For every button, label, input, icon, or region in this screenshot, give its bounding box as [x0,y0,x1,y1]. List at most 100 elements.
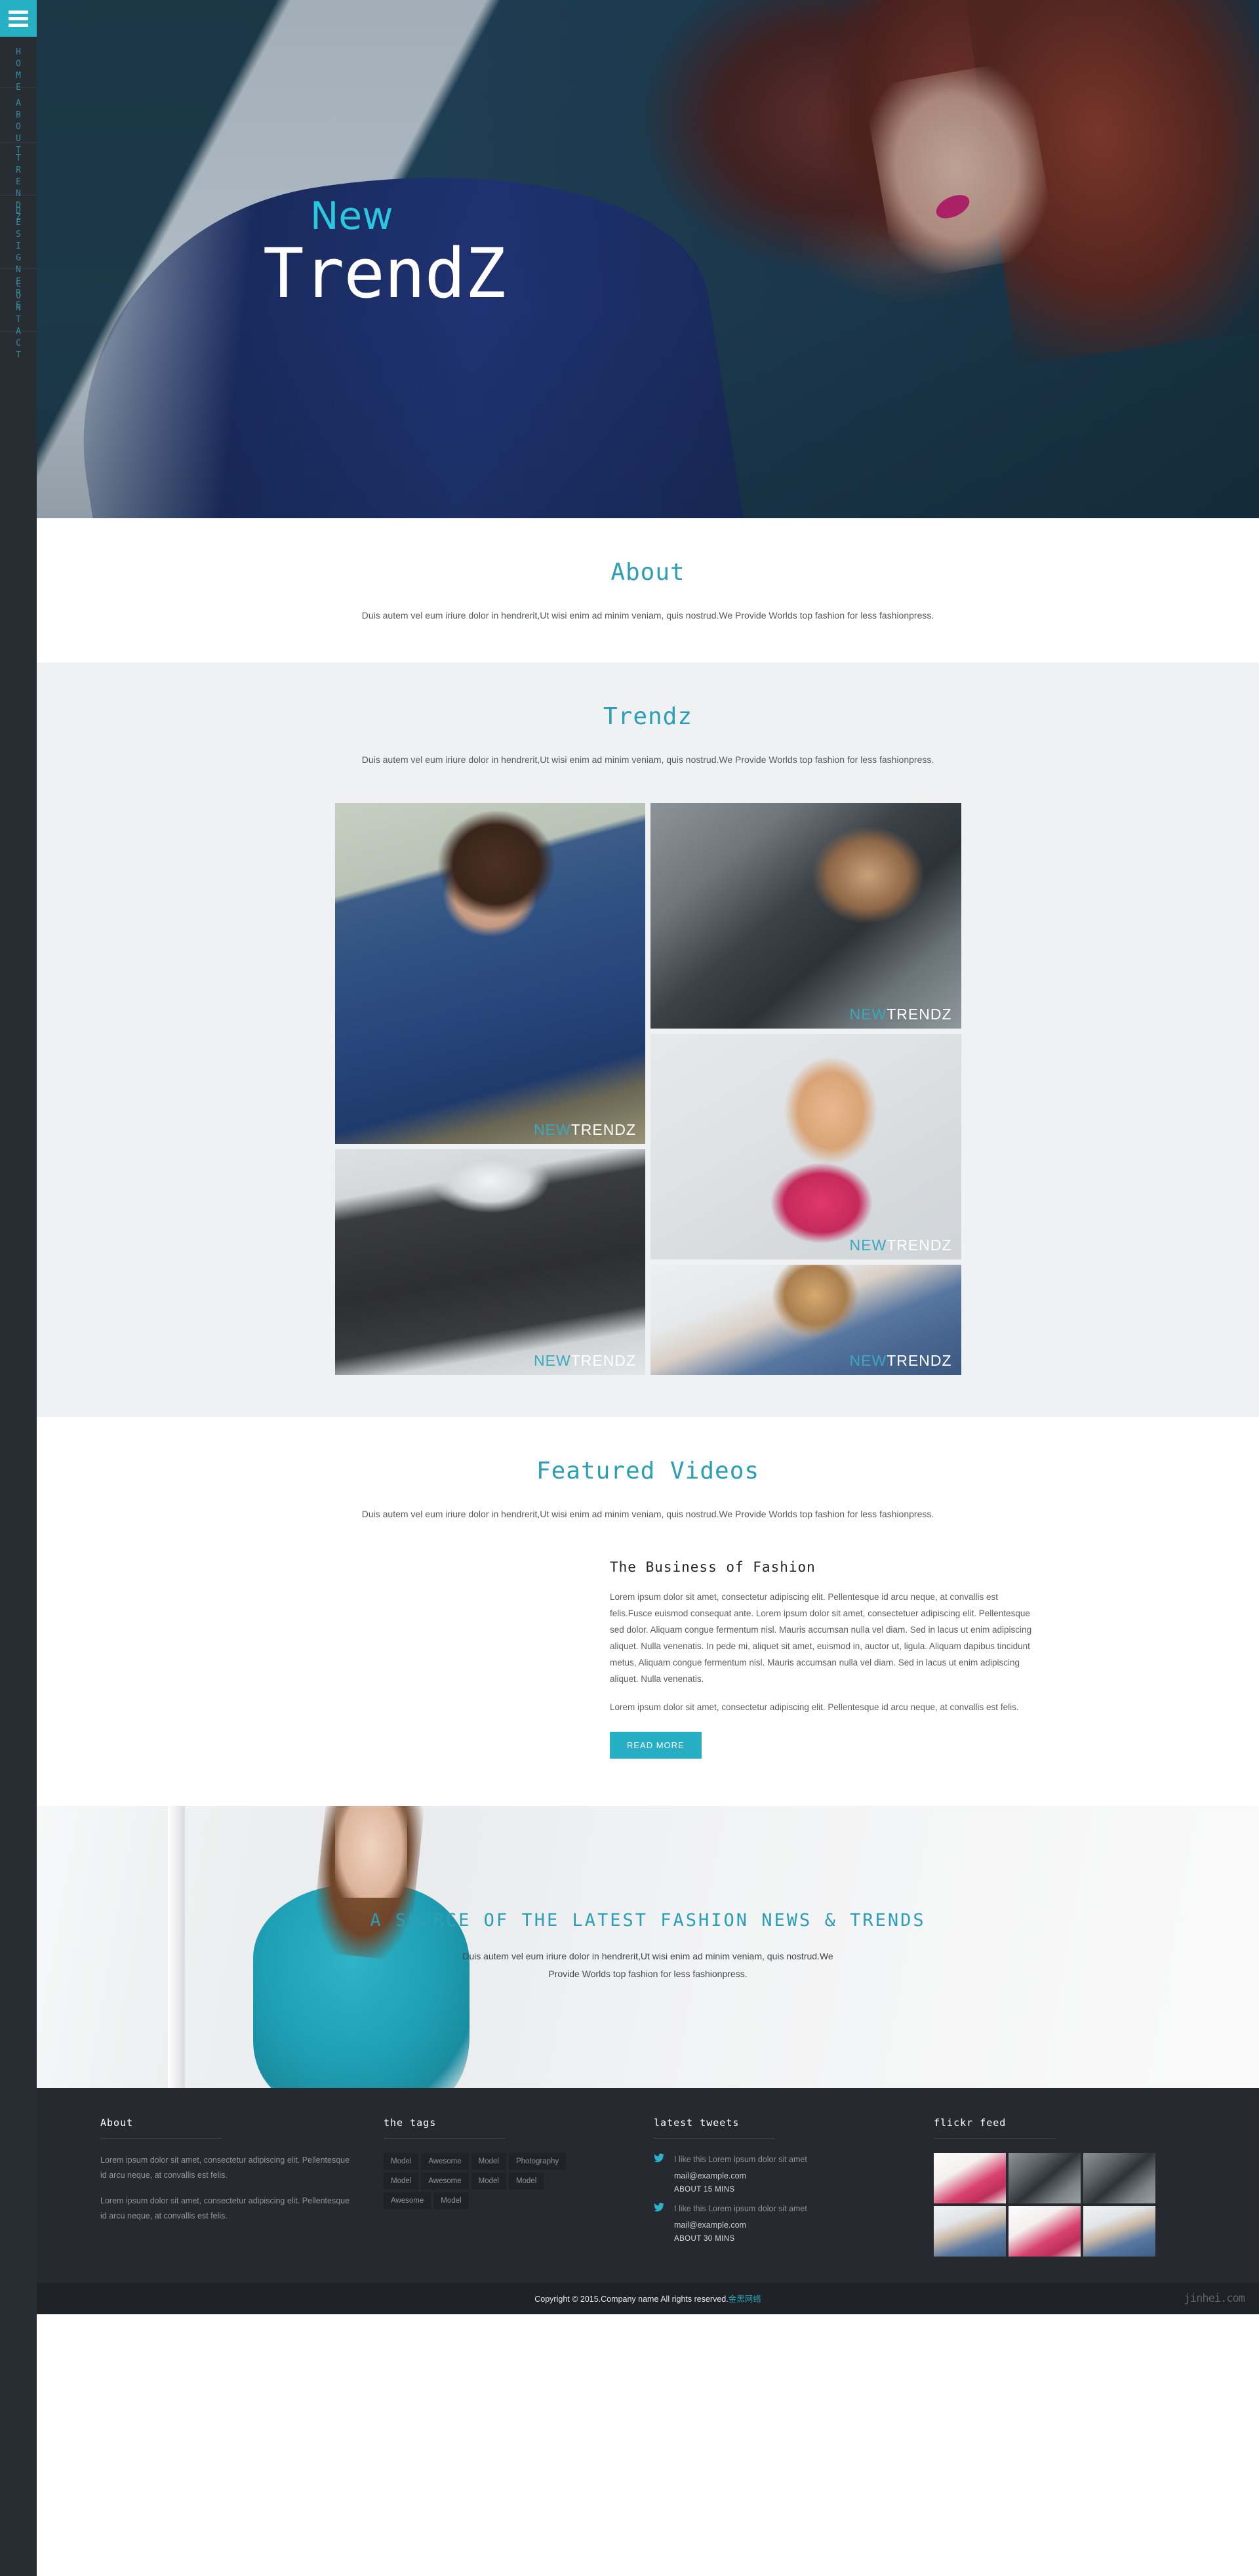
flickr-thumbnail[interactable] [934,2205,1006,2257]
gallery-caption: NEWTRENDZ [534,1121,636,1139]
read-more-button[interactable]: READ MORE [610,1731,702,1759]
gallery-caption-trendz: TRENDZ [570,1351,636,1369]
gallery-caption-new: NEW [534,1120,571,1138]
gallery-photo [334,802,645,1144]
tweet-time: ABOUT 30 MINS [674,2234,735,2243]
tweet-time: ABOUT 15 MINS [674,2185,735,2194]
sidebar-item-home[interactable]: HOME [0,37,37,94]
footer-tags-title: the tags [384,2117,505,2138]
twitter-bird-icon [654,2202,666,2243]
site-footer: About Lorem ipsum dolor sit amet, consec… [37,2087,1259,2283]
flickr-thumbnail[interactable] [1009,2205,1081,2257]
gallery-item[interactable]: NEWTRENDZ [650,1264,961,1375]
tag-item[interactable]: Model [508,2172,544,2190]
hero-subtitle: New [310,194,393,238]
tag-item[interactable]: Awesome [421,2172,469,2190]
hamburger-bar [9,16,28,20]
gallery-caption: NEWTRENDZ [850,1352,952,1370]
gallery-photo [650,802,961,1029]
twitter-bird-icon [654,2153,666,2194]
article-title: The Business of Fashion [610,1559,816,1576]
footer-column-tags: the tags Model Awesome Model Photography… [384,2117,626,2257]
tag-item[interactable]: Model [471,2152,506,2170]
gallery-caption: NEWTRENDZ [534,1352,636,1370]
trendz-title: Trendz [603,703,693,730]
gallery-item[interactable]: NEWTRENDZ [650,802,961,1029]
videos-description: Duis autem vel eum iriure dolor in hendr… [361,1508,934,1519]
flickr-thumbnail[interactable] [1083,2205,1155,2257]
footer-columns: About Lorem ipsum dolor sit amet, consec… [100,2117,1195,2257]
video-article-row: The Business of Fashion Lorem ipsum dolo… [261,1558,1035,1759]
footer-about-paragraph: Lorem ipsum dolor sit amet, consectetur … [100,2155,350,2180]
hero-overlay [37,0,1259,518]
featured-videos-section: Featured Videos Duis autem vel eum iriur… [37,1416,1259,1806]
gallery-caption-new: NEW [849,1351,887,1369]
gallery-item[interactable]: NEWTRENDZ [334,802,645,1144]
gallery-caption: NEWTRENDZ [850,1237,952,1254]
flickr-thumbnail[interactable] [934,2152,1006,2203]
parallax-banner-section: A SOURCE OF THE LATEST FASHION NEWS & TR… [37,1805,1259,2088]
gallery-item[interactable]: NEWTRENDZ [650,1033,961,1259]
about-description: Duis autem vel eum iriure dolor in hendr… [361,610,934,621]
trendz-gallery: NEWTRENDZ NEWTRENDZ NEWTRENDZ NEWTRENDZ … [334,802,961,1375]
tag-item[interactable]: Awesome [384,2192,431,2209]
gallery-caption-trendz: TRENDZ [570,1120,636,1138]
tag-item[interactable]: Model [384,2152,419,2170]
footer-column-flickr: flickr feed [934,2117,1196,2257]
tweet-body: I like this Lorem ipsum dolor sit amet m… [674,2202,906,2243]
video-player[interactable] [261,1558,595,1755]
gallery-caption: NEWTRENDZ [850,1006,952,1023]
footer-tweets-title: latest tweets [654,2117,775,2138]
hamburger-menu-icon[interactable] [0,0,37,37]
hero-title: TrendZ [263,234,506,314]
banner-description: Duis autem vel eum iriure dolor in hendr… [462,1951,833,1980]
gallery-caption-trendz: TRENDZ [887,1236,952,1254]
tag-item[interactable]: Photography [508,2152,567,2170]
tweet-mail: mail@example.com [674,2171,746,2180]
article-paragraph: Lorem ipsum dolor sit amet, consectetur … [610,1592,1032,1685]
copyright-bar: Copyright © 2015.Company name All rights… [37,2282,1259,2314]
tag-item[interactable]: Model [471,2172,506,2190]
gallery-caption-trendz: TRENDZ [887,1005,952,1023]
gallery-item[interactable]: NEWTRENDZ [334,1149,645,1375]
tweet-text: I like this Lorem ipsum dolor sit amet [674,2203,807,2213]
copyright-link[interactable]: 金黑网络 [729,2295,761,2304]
gallery-photo [650,1033,961,1259]
tag-item[interactable]: Model [433,2192,469,2209]
tweet-item[interactable]: I like this Lorem ipsum dolor sit amet m… [654,2202,906,2243]
footer-flickr-title: flickr feed [934,2117,1055,2138]
sidebar-item-about[interactable]: ABOUT [0,88,37,157]
gallery-photo [334,1149,645,1375]
flickr-thumbnail[interactable] [1009,2152,1081,2203]
about-section: About Duis autem vel eum iriure dolor in… [37,518,1259,663]
gallery-caption-trendz: TRENDZ [887,1351,952,1369]
footer-about-title: About [100,2117,222,2138]
video-article-copy: The Business of Fashion Lorem ipsum dolo… [610,1558,1035,1759]
flickr-grid [934,2152,1196,2257]
sidebar-item-label: CONTACT [13,279,24,362]
article-paragraph: Lorem ipsum dolor sit amet, consectetur … [610,1702,1019,1712]
videos-header: Featured Videos Duis autem vel eum iriur… [37,1417,1259,1523]
tweet-item[interactable]: I like this Lorem ipsum dolor sit amet m… [654,2153,906,2194]
trendz-header: Trendz Duis autem vel eum iriure dolor i… [37,663,1259,769]
copyright-text: Copyright © 2015.Company name All rights… [534,2292,761,2304]
tag-list: Model Awesome Model Photography Model Aw… [384,2152,580,2209]
flickr-thumbnail[interactable] [1083,2152,1155,2203]
gallery-caption-new: NEW [849,1236,887,1254]
tweet-body: I like this Lorem ipsum dolor sit amet m… [674,2153,906,2194]
about-header: About Duis autem vel eum iriure dolor in… [37,518,1259,624]
about-title: About [610,559,685,586]
footer-column-tweets: latest tweets I like this Lorem ipsum do… [654,2117,906,2257]
banner-content: A SOURCE OF THE LATEST FASHION NEWS & TR… [37,1806,1259,2088]
hero-text-block: New TrendZ [263,197,506,314]
tag-item[interactable]: Awesome [421,2152,469,2170]
tweet-text: I like this Lorem ipsum dolor sit amet [674,2154,807,2164]
tweet-mail: mail@example.com [674,2220,746,2230]
gallery-caption-new: NEW [849,1005,887,1023]
tag-item[interactable]: Model [384,2172,419,2190]
watermark-text: jinhei.com [1184,2291,1245,2305]
sidebar-item-designers[interactable]: DESIGNERS [0,195,37,312]
hamburger-bar [9,10,28,14]
sidebar-nav: HOME ABOUT TRENDZ DESIGNERS CONTACT [0,0,37,2576]
sidebar-item-label: ABOUT [13,98,24,157]
